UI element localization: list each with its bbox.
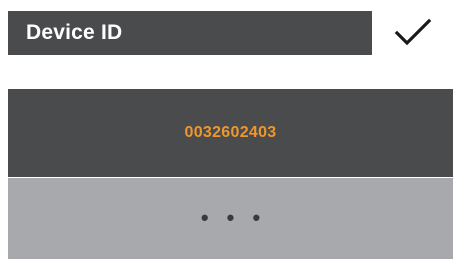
checkmark-icon bbox=[394, 18, 431, 46]
more-button[interactable]: • • • bbox=[8, 178, 453, 259]
ellipsis-icon: • • • bbox=[200, 204, 267, 230]
device-id-value: 0032602403 bbox=[184, 124, 277, 141]
title-bar: Device ID bbox=[8, 11, 372, 55]
header: Device ID bbox=[0, 0, 453, 55]
confirm-button[interactable] bbox=[372, 11, 453, 55]
device-id-screen: Device ID 0032602403 • • • bbox=[0, 0, 453, 259]
page-title: Device ID bbox=[26, 21, 123, 44]
device-id-display: 0032602403 bbox=[8, 89, 453, 177]
